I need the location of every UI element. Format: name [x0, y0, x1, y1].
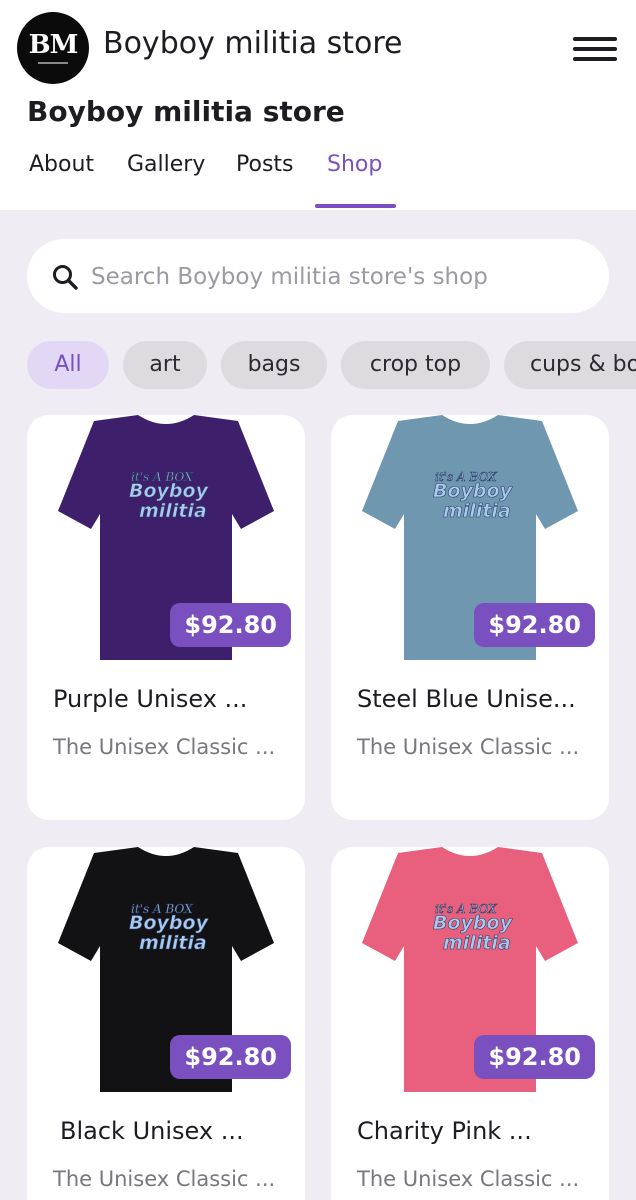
- profile-tabs: About Gallery Posts Shop: [0, 148, 636, 210]
- search-icon: [53, 265, 78, 290]
- chip-bags[interactable]: bags: [221, 341, 327, 389]
- price-badge: $92.80: [170, 1035, 291, 1079]
- tab-about[interactable]: About: [29, 152, 94, 177]
- page-title: Boyboy militia store: [27, 95, 345, 128]
- product-subtitle: The Unisex Classic ...: [357, 735, 580, 759]
- logo-text: BM: [28, 30, 79, 60]
- chip-all[interactable]: All: [27, 341, 109, 389]
- shirt-print-main: Boyboy: [129, 912, 210, 934]
- product-title[interactable]: Black Unisex ...: [60, 1117, 244, 1145]
- shirt-print-main: Boyboy: [433, 912, 514, 934]
- price-badge: $92.80: [474, 1035, 595, 1079]
- chip-cups[interactable]: cups & bo: [504, 341, 636, 389]
- product-card[interactable]: it's A BOX Boyboy militia $92.80 Black U…: [27, 847, 305, 1200]
- product-title[interactable]: Steel Blue Unise...: [357, 685, 576, 713]
- product-subtitle: The Unisex Classic ...: [53, 1167, 276, 1191]
- product-title[interactable]: Charity Pink ...: [357, 1117, 532, 1145]
- shirt-print-bottom: militia: [139, 932, 207, 954]
- price-badge: $92.80: [474, 603, 595, 647]
- search-input[interactable]: [89, 253, 593, 301]
- store-logo[interactable]: BM: [17, 12, 89, 84]
- tab-gallery[interactable]: Gallery: [127, 152, 205, 177]
- category-filter-chips: All art bags crop top cups & bo: [0, 341, 636, 389]
- shirt-print-main: Boyboy: [433, 480, 514, 502]
- price-badge: $92.80: [170, 603, 291, 647]
- tab-shop[interactable]: Shop: [327, 152, 382, 177]
- hamburger-menu-icon[interactable]: [570, 34, 618, 64]
- shirt-print-bottom: militia: [443, 500, 511, 522]
- shop-search-bar[interactable]: [27, 239, 609, 313]
- chip-art[interactable]: art: [123, 341, 207, 389]
- logo-underline: [38, 62, 68, 64]
- product-title[interactable]: Purple Unisex ...: [53, 685, 247, 713]
- product-subtitle: The Unisex Classic ...: [53, 735, 276, 759]
- product-card[interactable]: it's A BOX Boyboy militia $92.80 Charity…: [331, 847, 609, 1200]
- brand-name[interactable]: Boyboy militia store: [103, 26, 403, 61]
- shirt-print-bottom: militia: [139, 500, 207, 522]
- shirt-print-bottom: militia: [443, 932, 511, 954]
- app-header: BM Boyboy militia store Boyboy militia s…: [0, 0, 636, 210]
- shop-content: All art bags crop top cups & bo it's A B…: [0, 210, 636, 1200]
- tab-posts[interactable]: Posts: [236, 152, 294, 177]
- product-subtitle: The Unisex Classic ...: [357, 1167, 580, 1191]
- chip-crop-top[interactable]: crop top: [341, 341, 490, 389]
- active-tab-indicator: [315, 204, 396, 208]
- product-card[interactable]: it's A BOX Boyboy militia $92.80 Steel B…: [331, 415, 609, 820]
- product-card[interactable]: it's A BOX Boyboy militia $92.80 Purple …: [27, 415, 305, 820]
- shirt-print-main: Boyboy: [129, 480, 210, 502]
